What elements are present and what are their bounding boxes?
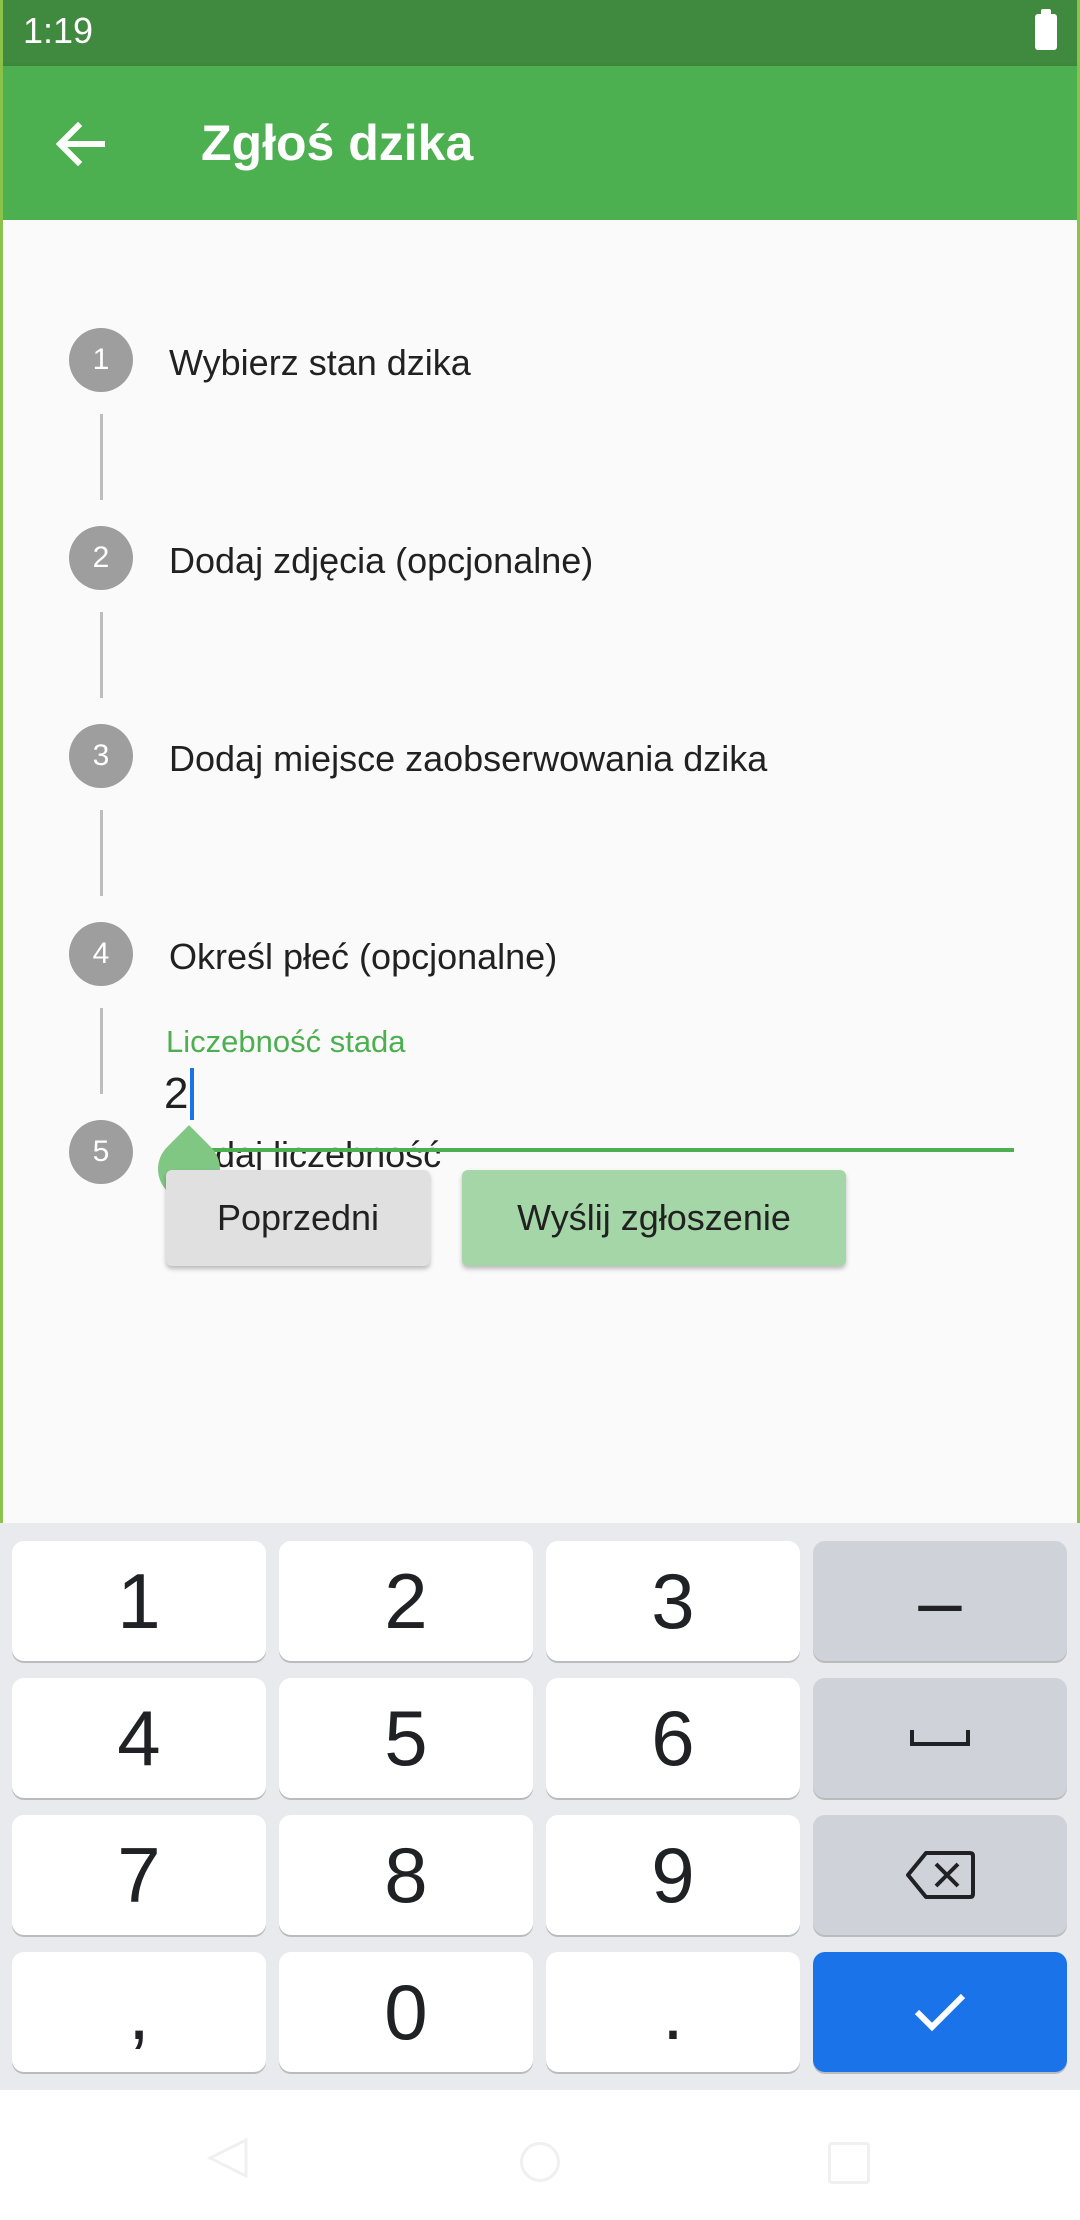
step-number: 5	[69, 1120, 133, 1184]
key-comma[interactable]: ,	[12, 1952, 266, 2072]
numeric-keyboard: 1 2 3 – 4 5 6 7 8 9 , 0 .	[0, 1523, 1080, 2090]
battery-icon	[1035, 9, 1057, 50]
key-7[interactable]: 7	[12, 1815, 266, 1935]
key-2[interactable]: 2	[279, 1541, 533, 1661]
step-number: 3	[69, 724, 133, 788]
step-title: Dodaj zdjęcia (opcjonalne)	[169, 540, 594, 581]
step-2[interactable]: 2 Dodaj zdjęcia (opcjonalne)	[3, 518, 1080, 598]
status-time: 1:19	[23, 10, 94, 51]
previous-button[interactable]: Poprzedni	[166, 1170, 430, 1266]
status-bar: 1:19	[0, 0, 1080, 66]
step-connector	[100, 1008, 103, 1094]
step-connector	[100, 810, 103, 896]
key-4[interactable]: 4	[12, 1678, 266, 1798]
space-bar-icon	[910, 1730, 970, 1746]
submit-report-button[interactable]: Wyślij zgłoszenie	[462, 1170, 846, 1266]
text-caret	[190, 1068, 195, 1120]
herd-size-value: 2	[164, 1069, 189, 1118]
stepper: 1 Wybierz stan dzika 2 Dodaj zdjęcia (op…	[0, 220, 1080, 1523]
key-8[interactable]: 8	[279, 1815, 533, 1935]
app-bar: Zgłoś dzika	[0, 66, 1080, 220]
step-number: 4	[69, 922, 133, 986]
herd-size-label: Liczebność stada	[166, 1024, 406, 1059]
key-minus[interactable]: –	[813, 1541, 1067, 1661]
step-4[interactable]: 4 Określ płeć (opcjonalne)	[3, 914, 1080, 994]
key-1[interactable]: 1	[12, 1541, 266, 1661]
step-connector	[100, 612, 103, 698]
key-6[interactable]: 6	[546, 1678, 800, 1798]
step-title: Określ płeć (opcjonalne)	[169, 936, 558, 977]
step-3[interactable]: 3 Dodaj miejsce zaobserwowania dzika	[3, 716, 1080, 796]
step-1[interactable]: 1 Wybierz stan dzika	[3, 320, 1080, 400]
step-number: 1	[69, 328, 133, 392]
backspace-icon	[906, 1851, 975, 1899]
key-done[interactable]	[813, 1952, 1067, 2072]
step-title: Wybierz stan dzika	[169, 342, 471, 383]
back-button[interactable]	[43, 106, 119, 182]
step-connector	[100, 414, 103, 500]
key-5[interactable]: 5	[279, 1678, 533, 1798]
step-number: 2	[69, 526, 133, 590]
step-title: Dodaj miejsce zaobserwowania dzika	[169, 738, 768, 779]
input-underline	[166, 1148, 1014, 1152]
key-period[interactable]: .	[546, 1952, 800, 2072]
key-backspace[interactable]	[813, 1815, 1067, 1935]
arrow-left-icon	[56, 122, 105, 166]
nav-back-icon[interactable]	[206, 2136, 250, 2180]
key-space[interactable]	[813, 1678, 1067, 1798]
key-9[interactable]: 9	[546, 1815, 800, 1935]
page-title: Zgłoś dzika	[201, 115, 474, 171]
system-nav-bar	[0, 2090, 1080, 2220]
nav-recents-icon[interactable]	[828, 2142, 870, 2184]
nav-home-icon[interactable]	[520, 2142, 560, 2182]
check-icon	[914, 1993, 966, 2032]
key-0[interactable]: 0	[279, 1952, 533, 2072]
herd-size-input[interactable]: 2	[164, 1068, 195, 1120]
key-3[interactable]: 3	[546, 1541, 800, 1661]
